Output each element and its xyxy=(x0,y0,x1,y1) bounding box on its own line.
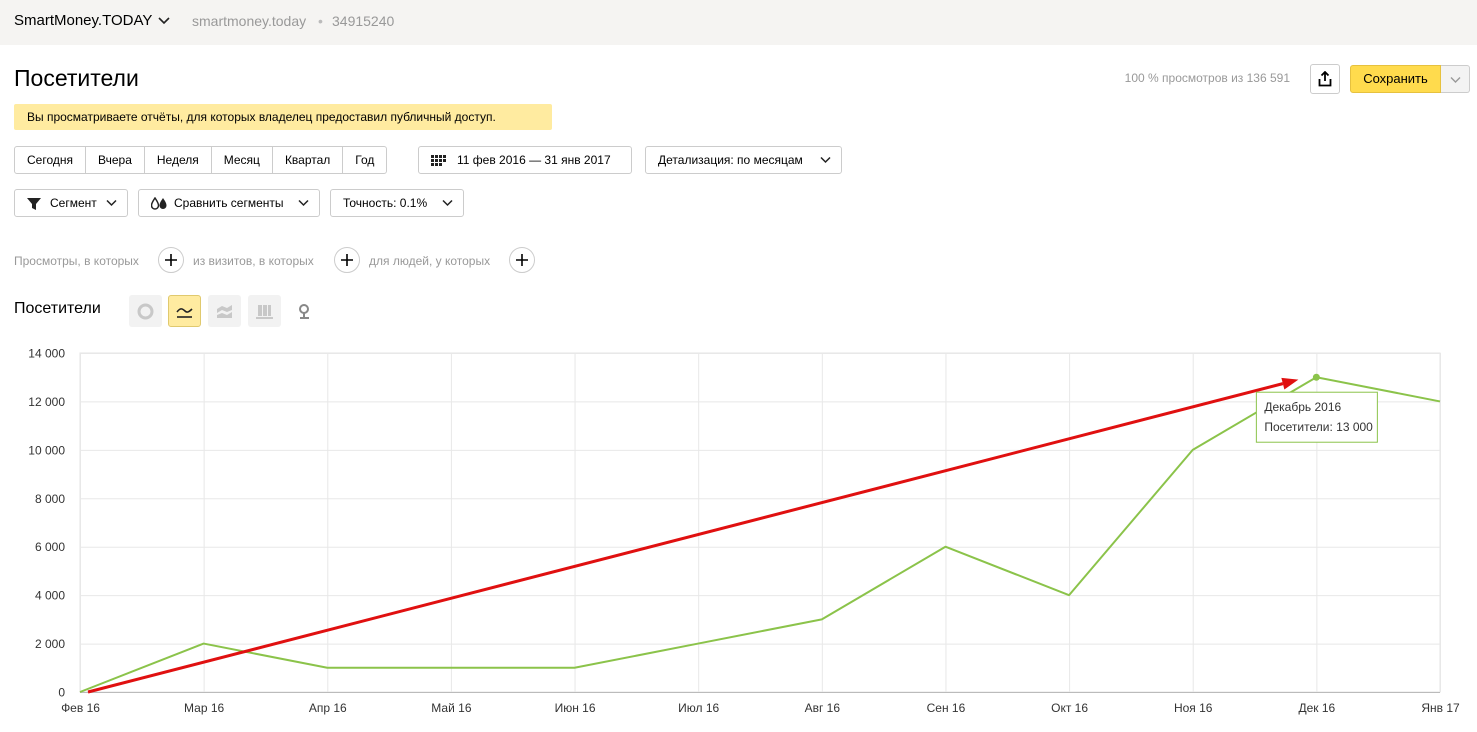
chevron-down-icon xyxy=(298,199,309,207)
top-bar: SmartMoney.TODAY smartmoney.today • 3491… xyxy=(0,0,1477,45)
save-menu-button[interactable] xyxy=(1441,65,1470,93)
period-yesterday-button[interactable]: Вчера xyxy=(86,147,145,173)
pie-chart-icon xyxy=(137,303,154,320)
segment-button[interactable]: Сегмент xyxy=(14,189,128,217)
filter-icon xyxy=(27,198,41,210)
x-tick-label: Сен 16 xyxy=(927,701,966,715)
filter-visits-label: из визитов, в которых xyxy=(193,254,314,268)
line-chart-icon xyxy=(176,308,193,318)
period-year-button[interactable]: Год xyxy=(343,147,386,173)
compare-segments-icon xyxy=(151,197,167,210)
filter-people-label: для людей, у которых xyxy=(369,254,491,268)
plus-icon xyxy=(165,254,177,266)
x-tick-label: Ноя 16 xyxy=(1174,701,1213,715)
plus-icon xyxy=(516,254,528,266)
period-selector: Сегодня Вчера Неделя Месяц Квартал Год xyxy=(14,146,388,174)
date-range-label: 11 фев 2016 — 31 янв 2017 xyxy=(457,153,611,167)
segment-label: Сегмент xyxy=(50,196,97,210)
visitors-line-chart: 0 2 000 4 000 6 000 8 000 10 000 12 000 14 000 Ф… xyxy=(28,347,1460,716)
pie-chart-view-button[interactable] xyxy=(129,295,162,327)
x-tick-label: Июн 16 xyxy=(555,701,596,715)
period-week-button[interactable]: Неделя xyxy=(145,147,212,173)
y-tick-label: 0 xyxy=(58,686,65,700)
x-tick-label: Янв 17 xyxy=(1421,701,1460,715)
calendar-icon xyxy=(431,155,446,166)
x-tick-label: Окт 16 xyxy=(1051,701,1088,715)
annotation-arrow-head xyxy=(1281,377,1299,390)
page-title: Посетители xyxy=(14,65,139,91)
series-line xyxy=(79,376,1441,693)
accuracy-dropdown[interactable]: Точность: 0.1% xyxy=(330,189,464,217)
share-button[interactable] xyxy=(1310,64,1340,94)
detail-dropdown[interactable]: Детализация: по месяцам xyxy=(645,146,842,174)
map-view-button[interactable] xyxy=(288,295,321,327)
period-month-button[interactable]: Месяц xyxy=(212,147,273,173)
area-chart-view-button[interactable] xyxy=(208,295,241,327)
accuracy-label: Точность: 0.1% xyxy=(343,196,428,210)
period-quarter-button[interactable]: Квартал xyxy=(273,147,344,173)
save-button[interactable]: Сохранить xyxy=(1350,65,1441,93)
y-tick-label: 8 000 xyxy=(35,492,65,506)
chart-title: Посетители xyxy=(14,300,101,317)
add-visits-condition-button[interactable] xyxy=(334,247,360,273)
add-views-condition-button[interactable] xyxy=(158,247,184,273)
y-tick-label: 6 000 xyxy=(35,540,65,554)
chevron-down-icon xyxy=(106,199,117,207)
filter-views-label: Просмотры, в которых xyxy=(14,254,139,268)
chevron-down-icon xyxy=(820,156,831,164)
y-tick-label: 2 000 xyxy=(35,637,65,651)
tooltip-title: Декабрь 2016 xyxy=(1264,400,1341,414)
period-today-button[interactable]: Сегодня xyxy=(15,147,86,173)
y-tick-label: 4 000 xyxy=(35,589,65,603)
x-tick-label: Июл 16 xyxy=(678,701,719,715)
plus-icon xyxy=(341,254,353,266)
x-tick-label: Май 16 xyxy=(431,701,472,715)
map-pin-icon xyxy=(299,304,309,319)
y-tick-label: 12 000 xyxy=(28,395,65,409)
site-name[interactable]: SmartMoney.TODAY xyxy=(14,12,152,29)
chevron-down-icon xyxy=(1450,77,1461,83)
bar-chart-view-button[interactable] xyxy=(248,295,281,327)
detail-label: Детализация: по месяцам xyxy=(658,153,803,167)
x-tick-label: Мар 16 xyxy=(184,701,224,715)
chevron-down-icon xyxy=(442,199,453,207)
y-tick-label: 14 000 xyxy=(28,347,65,361)
counter-id: 34915240 xyxy=(332,13,395,29)
compare-segments-label: Сравнить сегменты xyxy=(174,196,284,210)
y-tick-label: 10 000 xyxy=(28,443,65,457)
x-tick-label: Дек 16 xyxy=(1298,701,1335,715)
sample-info: 100 % просмотров из 136 591 xyxy=(1124,71,1290,85)
tooltip-value: Посетители: 13 000 xyxy=(1264,420,1373,434)
x-tick-label: Апр 16 xyxy=(309,701,347,715)
compare-segments-button[interactable]: Сравнить сегменты xyxy=(138,189,320,217)
add-people-condition-button[interactable] xyxy=(509,247,535,273)
x-tick-label: Авг 16 xyxy=(805,701,841,715)
separator-dot: • xyxy=(318,13,323,29)
area-chart-icon xyxy=(217,305,232,318)
chevron-down-icon[interactable] xyxy=(158,15,170,27)
line-chart-view-button[interactable] xyxy=(168,295,201,327)
public-access-notice: Вы просматриваете отчёты, для которых вл… xyxy=(14,104,552,130)
share-icon xyxy=(1318,71,1332,87)
site-domain: smartmoney.today xyxy=(192,13,307,29)
bar-chart-icon xyxy=(256,305,273,319)
highlight-point xyxy=(1312,373,1320,381)
date-range-button[interactable]: 11 фев 2016 — 31 янв 2017 xyxy=(418,146,632,174)
x-tick-label: Фев 16 xyxy=(61,701,100,715)
